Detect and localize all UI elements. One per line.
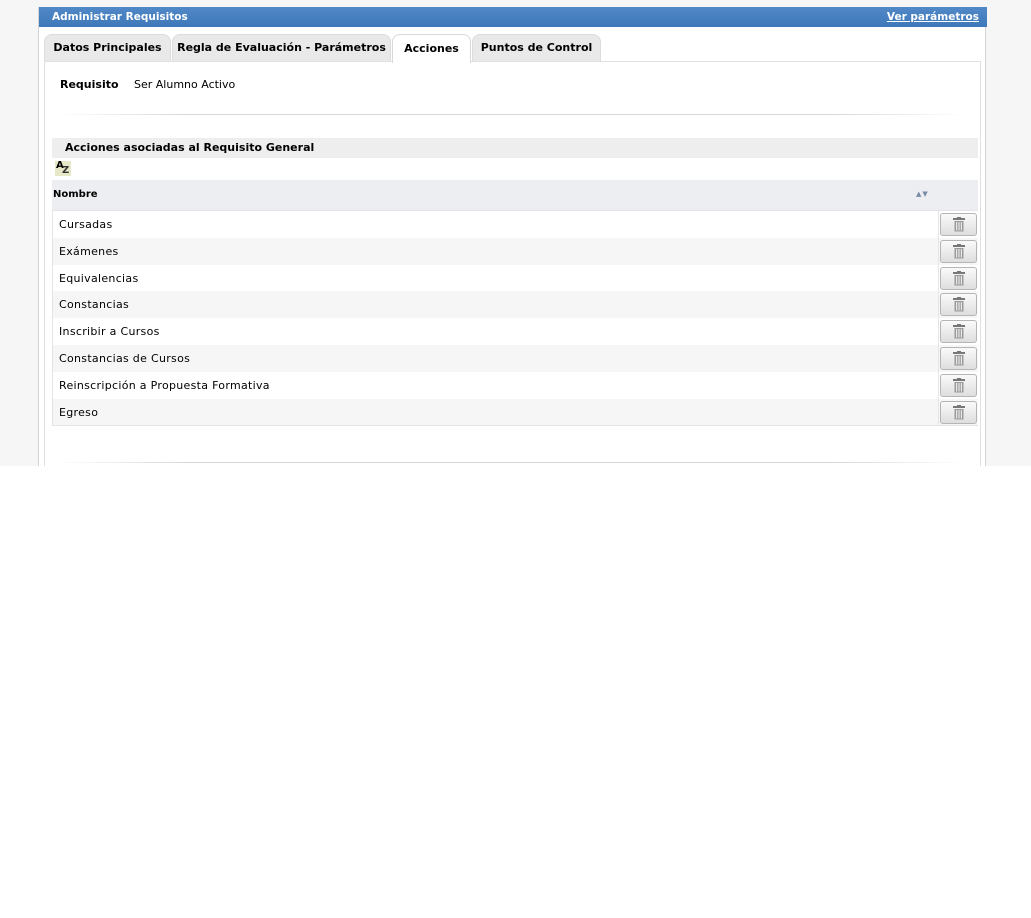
section-header: Acciones asociadas al Requisito General bbox=[52, 138, 978, 158]
table-body: Cursadas Exámenes Equivalencias Constancias… bbox=[52, 211, 978, 426]
delete-button[interactable] bbox=[940, 346, 977, 370]
row-separator bbox=[938, 264, 939, 292]
tab-acciones[interactable]: Acciones bbox=[392, 34, 471, 63]
table-row: Cursadas bbox=[52, 211, 978, 238]
row-separator bbox=[938, 318, 939, 345]
row-name: Inscribir a Cursos bbox=[59, 325, 160, 339]
row-name: Cursadas bbox=[59, 218, 113, 231]
trash-icon bbox=[953, 243, 965, 259]
table-row: Constancias bbox=[52, 291, 978, 319]
tab-puntos-control[interactable]: Puntos de Control bbox=[472, 34, 601, 61]
trash-icon bbox=[953, 377, 965, 393]
row-name: Equivalencias bbox=[59, 271, 139, 285]
table-row: Reinscripción a Propuesta Formativa bbox=[52, 371, 978, 399]
table-bottom-border bbox=[52, 425, 978, 427]
delete-button[interactable] bbox=[940, 373, 977, 397]
divider bbox=[55, 114, 965, 115]
divider-bottom bbox=[55, 462, 965, 463]
delete-button[interactable] bbox=[940, 320, 977, 344]
ver-parametros-link[interactable]: Ver parámetros bbox=[887, 11, 979, 23]
tab-regla-evaluacion[interactable]: Regla de Evaluación - Parámetros bbox=[172, 34, 391, 61]
main-panel: Administrar Requisitos Ver parámetros Da… bbox=[38, 7, 987, 466]
requisito-label: Requisito bbox=[60, 78, 119, 91]
title-bar: Administrar Requisitos Ver parámetros bbox=[39, 7, 987, 27]
trash-icon bbox=[953, 270, 965, 286]
requisito-value: Ser Alumno Activo bbox=[134, 78, 236, 91]
row-separator bbox=[938, 371, 939, 399]
window-title: Administrar Requisitos bbox=[52, 11, 188, 23]
table-row: Constancias de Cursos bbox=[52, 344, 978, 372]
table-row: Egreso bbox=[52, 398, 978, 426]
delete-button[interactable] bbox=[940, 266, 977, 290]
acciones-table: Nombre ▲▼ Cursadas Exámenes Equivalencias C… bbox=[52, 180, 978, 427]
table-header: Nombre ▲▼ bbox=[52, 180, 978, 211]
table-row: Inscribir a Cursos bbox=[52, 318, 978, 345]
trash-icon bbox=[953, 404, 965, 420]
row-name: Egreso bbox=[59, 405, 99, 419]
row-name: Constancias de Cursos bbox=[59, 351, 191, 365]
table-row: Exámenes bbox=[52, 237, 978, 265]
row-separator bbox=[938, 211, 939, 238]
row-separator bbox=[938, 344, 939, 372]
delete-button[interactable] bbox=[940, 293, 977, 317]
row-separator bbox=[938, 291, 939, 319]
sort-asc-desc-icon[interactable]: ▲▼ bbox=[916, 190, 929, 198]
trash-icon bbox=[953, 350, 965, 366]
row-separator bbox=[938, 398, 939, 426]
delete-button[interactable] bbox=[940, 400, 977, 424]
delete-button[interactable] bbox=[940, 213, 977, 236]
row-name: Exámenes bbox=[59, 244, 119, 258]
table-row: Equivalencias bbox=[52, 264, 978, 292]
trash-icon bbox=[953, 324, 965, 339]
trash-icon bbox=[953, 217, 965, 232]
delete-button[interactable] bbox=[940, 239, 977, 263]
row-name: Constancias bbox=[59, 298, 130, 312]
sort-az-icon[interactable]: AZ bbox=[55, 160, 71, 176]
tab-datos-principales[interactable]: Datos Principales bbox=[44, 34, 171, 61]
column-header-nombre: Nombre bbox=[53, 189, 98, 200]
trash-icon bbox=[953, 297, 965, 312]
row-name: Reinscripción a Propuesta Formativa bbox=[59, 378, 270, 392]
tab-content: Requisito Ser Alumno Activo Acciones aso… bbox=[44, 61, 981, 466]
row-separator bbox=[938, 237, 939, 265]
